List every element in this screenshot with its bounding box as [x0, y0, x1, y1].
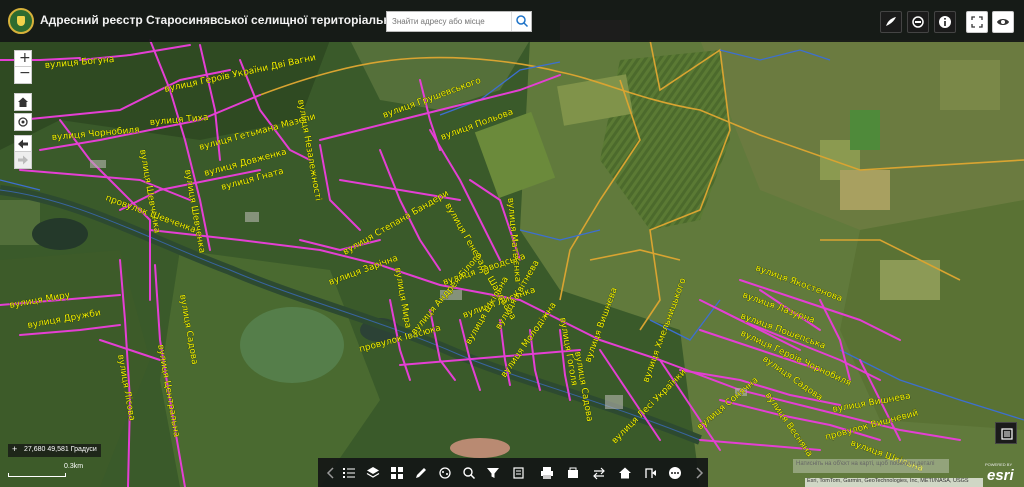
toolbar-filter-button[interactable] [484, 464, 502, 482]
basemap-gallery-icon [912, 16, 924, 28]
home-icon [619, 467, 631, 479]
layer-list-button[interactable] [880, 11, 902, 33]
list-icon [343, 468, 355, 478]
esri-wordmark: esri [987, 467, 1014, 484]
street-label: вулиця Сонячна [696, 375, 761, 432]
bottom-toolbar [318, 458, 708, 487]
street-label: вулиця Богуна [44, 55, 114, 71]
scale-label: 0.3km [64, 463, 84, 470]
toolbar-share-button[interactable] [642, 464, 660, 482]
toolbar-grid-button[interactable] [388, 464, 406, 482]
street-label: вулиця Грушевського [382, 76, 483, 121]
back-arrow-icon [18, 139, 28, 149]
toolbar-layers-button[interactable] [364, 464, 382, 482]
swap-icon [593, 467, 605, 480]
street-label: вулиця Героїв України Дві Вагни [164, 53, 317, 95]
map-attribution: Esri, TomTom, Garmin, GeoTechnologies, I… [805, 478, 983, 487]
street-label: вулиця Шевченка [182, 169, 207, 254]
locate-icon [18, 117, 28, 127]
filter-icon [487, 468, 499, 478]
toolbar-next-button[interactable] [690, 464, 708, 482]
basemap-gallery-button[interactable] [907, 11, 929, 33]
street-label: вулиця Степана Бандери [342, 189, 451, 258]
share-icon [645, 468, 656, 478]
visibility-button[interactable] [992, 11, 1014, 33]
zoom-out-button[interactable]: − [14, 65, 32, 84]
next-arrow-icon [696, 467, 704, 479]
layer-list-icon [886, 17, 896, 26]
home-icon [18, 97, 28, 107]
app-header: Адресний реєстр Старосинявської селищної… [0, 0, 1024, 42]
street-label: вулиця Лісова [115, 354, 137, 422]
street-label: вулиця Садова [177, 294, 199, 366]
more-icon [669, 467, 681, 479]
esri-logo: POWERED BY esri [985, 462, 1021, 484]
popup-hint: Натисніть на об'єкт на карті, щоб побачи… [793, 459, 949, 473]
search-icon [516, 15, 529, 28]
home-button[interactable] [14, 93, 32, 111]
street-label: вулиця Матвієнка [505, 197, 522, 282]
forward-extent-button[interactable] [14, 151, 32, 169]
toolbar-print-button[interactable] [538, 464, 556, 482]
toolbar-more-button[interactable] [666, 464, 684, 482]
zoom-out-label: − [19, 65, 31, 81]
map-view[interactable]: вулиця Богуна вулиця Героїв України Дві В… [0, 0, 1024, 487]
scale-bar [8, 473, 66, 477]
street-labels-layer: вулиця Богуна вулиця Героїв України Дві В… [8, 53, 924, 475]
street-label: вулиця Зарічна [328, 254, 400, 288]
layers-icon [366, 467, 380, 478]
locate-button[interactable] [14, 113, 32, 131]
street-label: вулиця Центральна [155, 344, 181, 438]
zoom-to-icon [463, 467, 476, 480]
street-label: вулиця Чорнобиля [51, 125, 140, 143]
fullscreen-icon [971, 16, 983, 28]
toolbar-bookmark-button[interactable] [564, 464, 582, 482]
bookmark-icon [568, 467, 578, 478]
street-label: вулиця Вишнева [583, 286, 619, 364]
coat-of-arms-logo [8, 8, 34, 34]
search-box[interactable] [386, 11, 532, 32]
zoom-in-label: + [19, 50, 31, 66]
toolbar-edit-button[interactable] [510, 464, 528, 482]
street-label: провулок Івасюка [358, 323, 442, 354]
street-label: вулиця Тиха [149, 113, 208, 128]
search-button[interactable] [511, 12, 531, 31]
visibility-icon [997, 19, 1009, 25]
print-icon [541, 467, 553, 479]
street-label: вулиця Мира [392, 267, 413, 329]
draw-icon [416, 468, 426, 478]
forward-arrow-icon [18, 155, 28, 165]
toolbar-prev-button[interactable] [322, 464, 340, 482]
toolbar-swap-button[interactable] [590, 464, 608, 482]
street-label: вулиця Польова [440, 107, 515, 142]
street-label: вулиця Миру [9, 290, 72, 311]
street-label: вулиця Дружби [27, 308, 102, 331]
street-label: вулиця Вишнева [832, 391, 912, 415]
toolbar-measure-button[interactable] [436, 464, 454, 482]
legend-button[interactable] [995, 422, 1017, 444]
legend-icon [1001, 428, 1013, 440]
toolbar-draw-button[interactable] [412, 464, 430, 482]
measure-icon [439, 467, 451, 479]
street-label: вулиця Весняна [763, 391, 815, 459]
fullscreen-button[interactable] [966, 11, 988, 33]
toolbar-zoom-to-button[interactable] [460, 464, 478, 482]
info-icon [939, 16, 951, 28]
grid-icon [391, 467, 403, 479]
edit-icon [513, 467, 524, 479]
toolbar-list-button[interactable] [340, 464, 358, 482]
toolbar-home-button[interactable] [616, 464, 634, 482]
search-input[interactable] [387, 12, 511, 31]
info-button[interactable] [934, 11, 956, 33]
coordinate-readout[interactable]: 27,680 49,581 Градуси [8, 444, 101, 457]
prev-arrow-icon [326, 467, 334, 479]
